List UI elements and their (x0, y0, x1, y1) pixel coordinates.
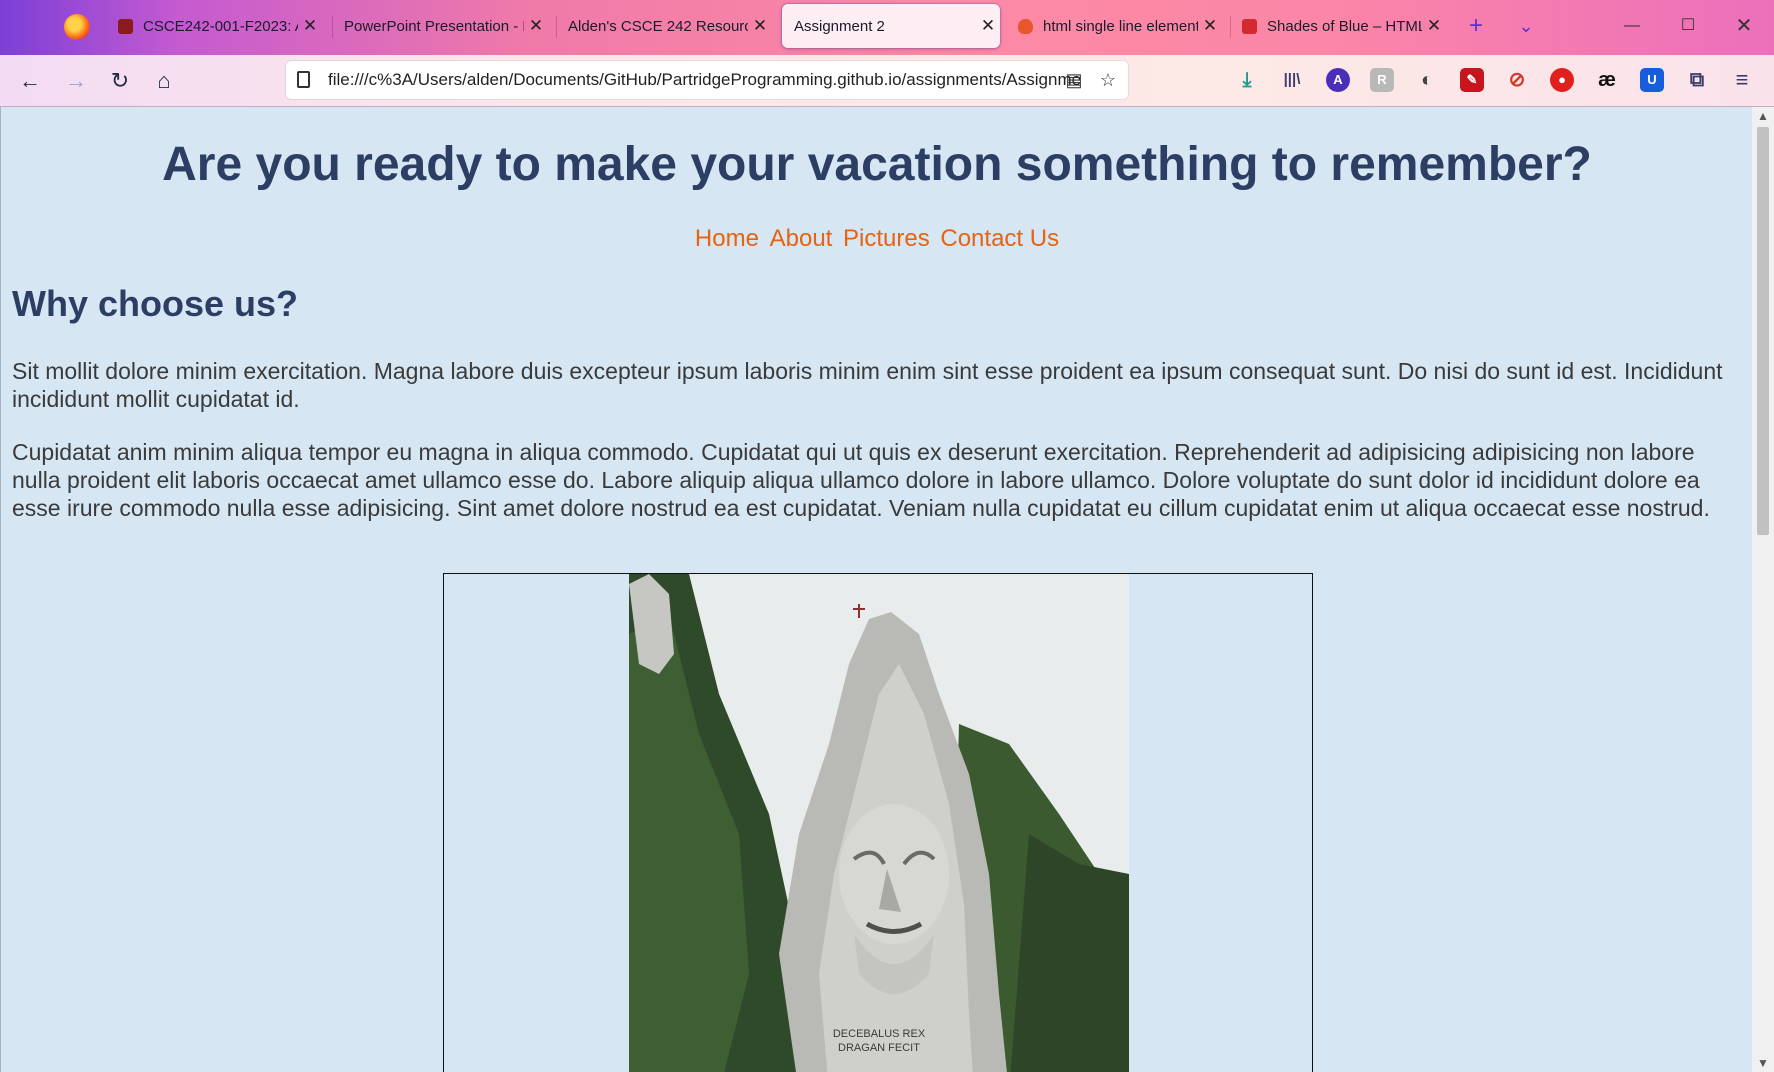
close-window-icon[interactable]: ✕ (1716, 8, 1772, 44)
section-heading: Why choose us? (12, 283, 299, 324)
arrow-right-icon[interactable]: → (60, 65, 92, 97)
tab-powerpoint[interactable]: PowerPoint Presentation - H ✕ (332, 4, 548, 48)
arrow-left-icon[interactable]: ← (14, 65, 46, 97)
close-tab-icon[interactable]: ✕ (298, 16, 322, 36)
nav-link-pictures[interactable]: Pictures (843, 225, 930, 252)
extension-ublock-icon[interactable]: ● (1550, 68, 1574, 92)
extension-a-icon[interactable]: A (1326, 68, 1350, 92)
decebalus-rock-sculpture-photo: DECEBALUS REX DRAGAN FECIT (629, 574, 1129, 1072)
paragraph-1: Sit mollit dolore minim exercitation. Ma… (12, 358, 1723, 412)
close-tab-icon[interactable]: ✕ (976, 16, 1000, 36)
page-viewport: Are you ready to make your vacation some… (0, 107, 1752, 1072)
extension-circle-icon[interactable]: ◐ (1415, 68, 1439, 92)
extension-block-icon[interactable]: ⊘ (1505, 68, 1529, 92)
tab-bar: CSCE242-001-F2023: A ✕ PowerPoint Presen… (0, 0, 1774, 55)
extension-ae-icon[interactable]: æ (1595, 68, 1619, 92)
close-tab-icon[interactable]: ✕ (748, 16, 772, 36)
plus-icon[interactable]: + (1460, 10, 1492, 42)
library-icon[interactable]: |||\ (1280, 68, 1304, 92)
scroll-down-arrow-icon[interactable]: ▼ (1752, 1054, 1774, 1072)
navigation-toolbar: ← → ↻ ⌂ file:///c%3A/Users/alden/Documen… (0, 55, 1774, 107)
star-icon[interactable]: ☆ (1096, 68, 1120, 92)
address-bar[interactable]: file:///c%3A/Users/alden/Documents/GitHu… (286, 61, 1128, 99)
hamburger-menu-icon[interactable]: ≡ (1730, 68, 1754, 92)
photo-frame: DECEBALUS REX DRAGAN FECIT (443, 573, 1313, 1072)
download-icon[interactable]: ⤓ (1235, 68, 1259, 92)
extensions-puzzle-icon[interactable]: ⧉ (1685, 68, 1709, 92)
tab-shades-of-blue[interactable]: Shades of Blue – HTML ✕ (1230, 4, 1446, 48)
scrollbar-thumb[interactable] (1757, 127, 1769, 535)
firefox-logo-icon[interactable] (64, 14, 90, 40)
gamecock-icon (118, 18, 133, 34)
tab-assignment-2[interactable]: Assignment 2 ✕ (782, 4, 1000, 48)
tab-csce242[interactable]: CSCE242-001-F2023: A ✕ (106, 4, 322, 48)
extension-red-icon[interactable]: ✎ (1460, 68, 1484, 92)
inscription-line-2: DRAGAN FECIT (838, 1042, 920, 1054)
reload-icon[interactable]: ↻ (104, 65, 136, 97)
site-nav: Home About Pictures Contact Us (1, 225, 1752, 253)
chevron-down-icon[interactable]: ⌄ (1510, 10, 1542, 42)
nav-link-about[interactable]: About (770, 225, 833, 252)
color-wheel-icon (1242, 18, 1257, 34)
close-tab-icon[interactable]: ✕ (524, 16, 548, 36)
maximize-icon[interactable]: ☐ (1660, 8, 1716, 44)
paragraph-2: Cupidatat anim minim aliqua tempor eu ma… (12, 439, 1710, 521)
page-title: Are you ready to make your vacation some… (162, 138, 1592, 191)
extension-grey-icon[interactable]: R (1370, 68, 1394, 92)
reader-view-icon[interactable]: ▤ (1062, 68, 1086, 92)
close-tab-icon[interactable]: ✕ (1422, 16, 1446, 36)
scroll-up-arrow-icon[interactable]: ▲ (1752, 107, 1774, 125)
nav-link-contact-us[interactable]: Contact Us (940, 225, 1059, 252)
inscription-line-1: DECEBALUS REX (833, 1028, 926, 1040)
home-icon[interactable]: ⌂ (148, 65, 180, 97)
brave-shield-icon (1018, 18, 1033, 34)
page-scrollbar[interactable]: ▲ ▼ (1752, 107, 1774, 1072)
url-text[interactable]: file:///c%3A/Users/alden/Documents/GitHu… (328, 70, 1080, 90)
tab-html-single-line[interactable]: html single line element ✕ (1006, 4, 1222, 48)
close-tab-icon[interactable]: ✕ (1198, 16, 1222, 36)
minimize-icon[interactable]: — (1604, 8, 1660, 44)
nav-link-home[interactable]: Home (695, 225, 759, 252)
extension-bitwarden-icon[interactable]: U (1640, 68, 1664, 92)
tab-aldens-resources[interactable]: Alden's CSCE 242 Resources ✕ (556, 4, 772, 48)
page-icon (297, 71, 310, 88)
